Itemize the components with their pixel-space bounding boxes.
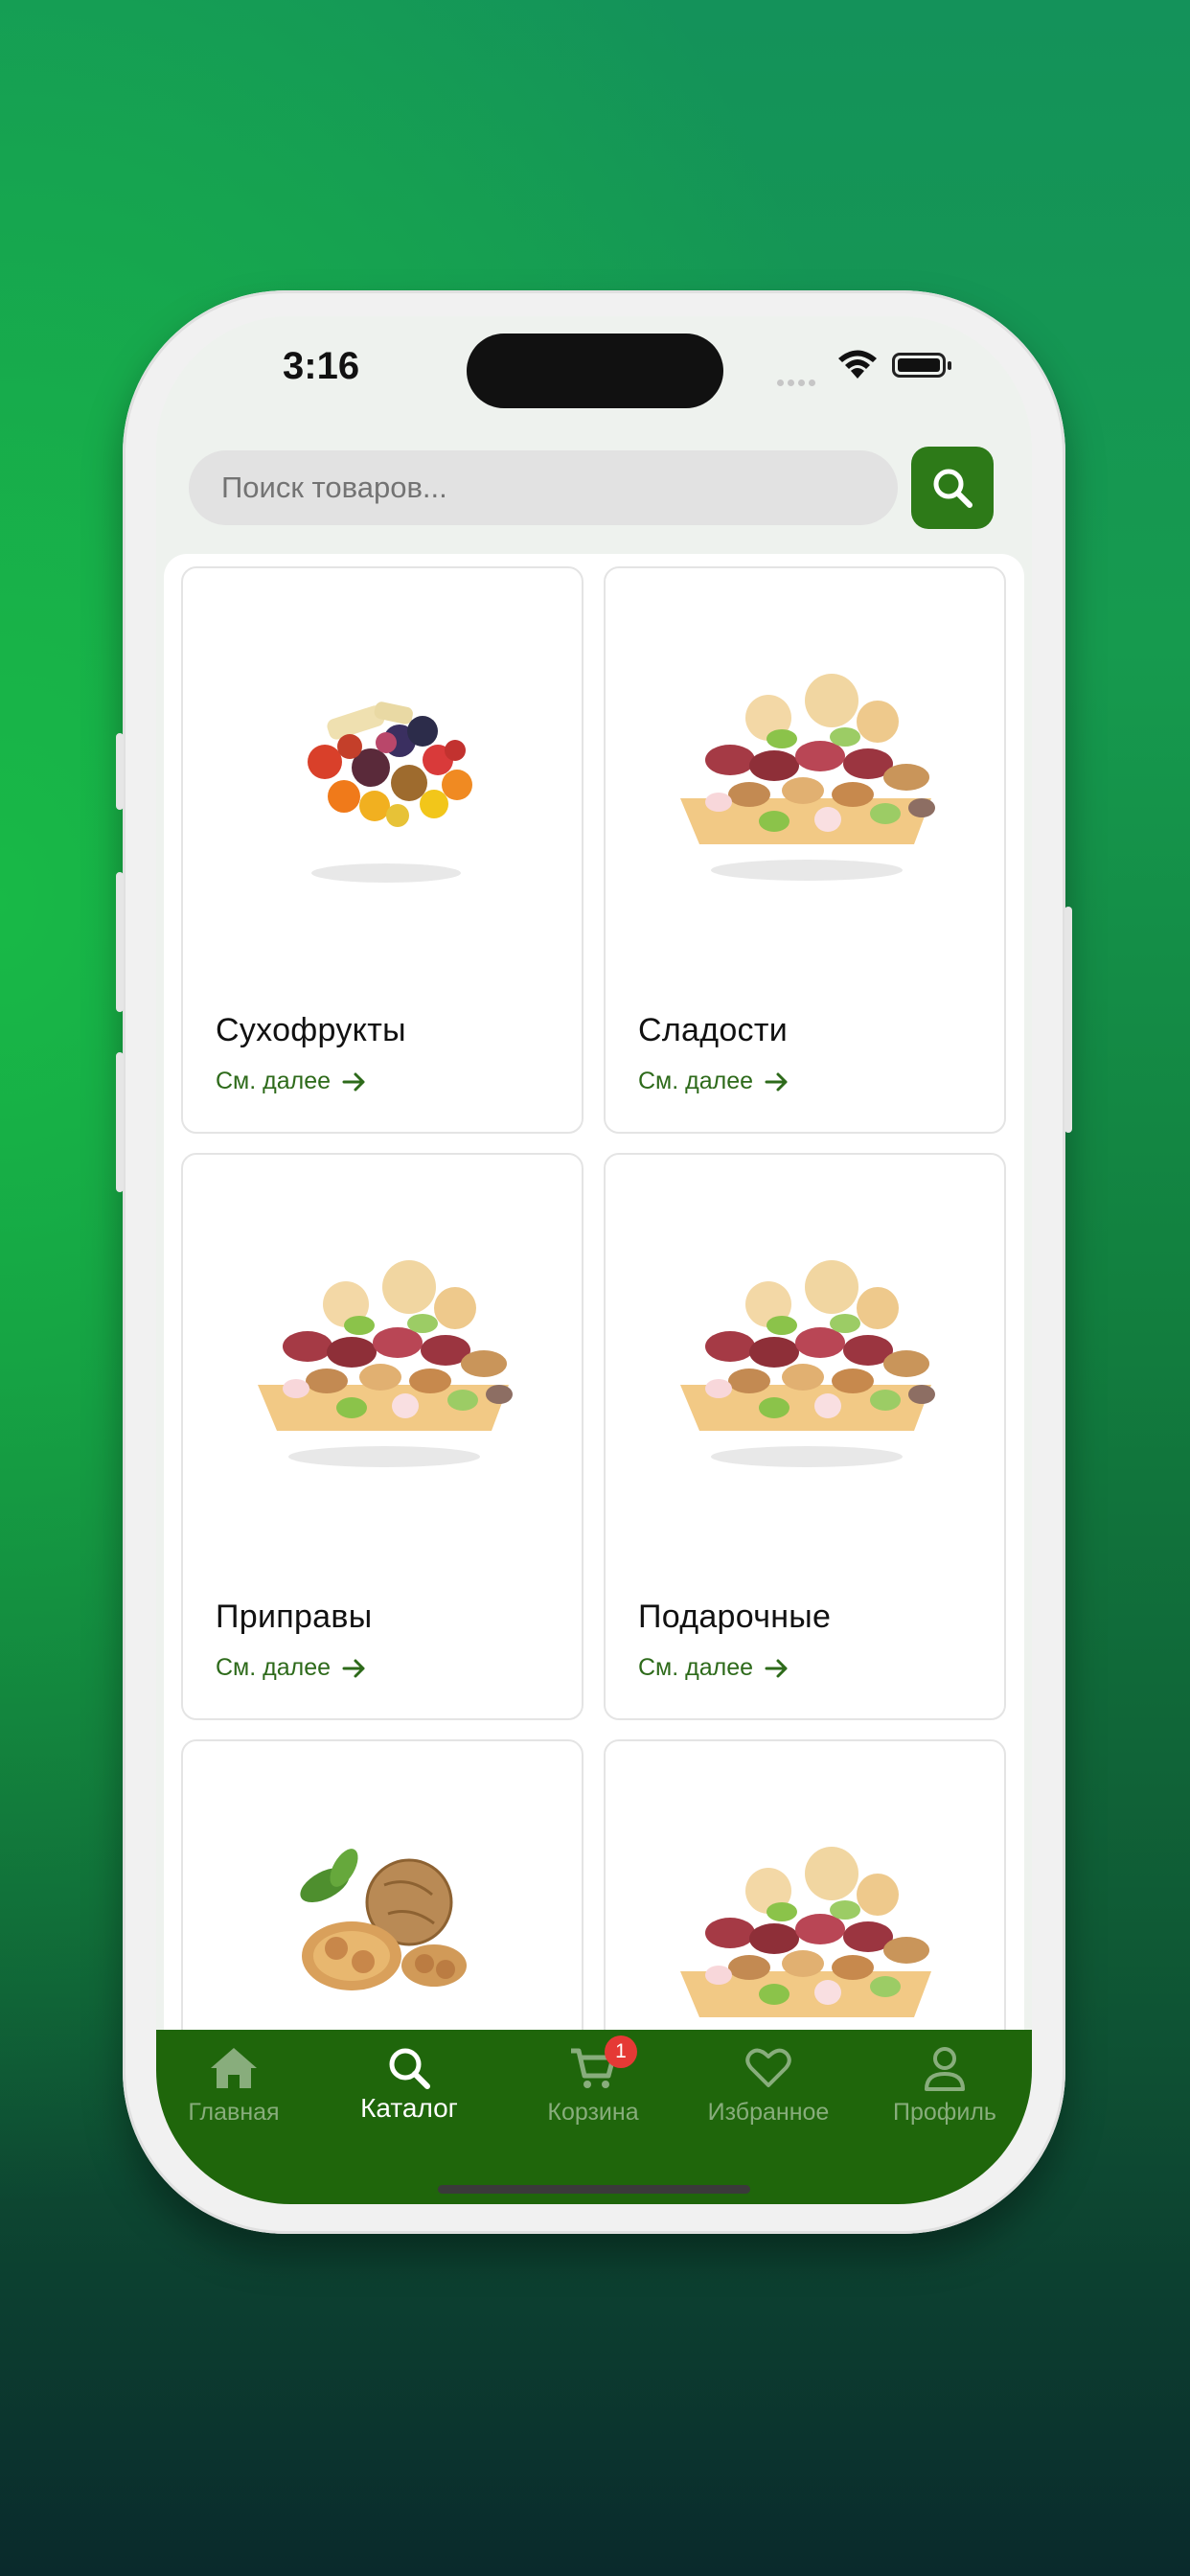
see-more-link[interactable]: См. далее (216, 1068, 367, 1095)
arrow-right-icon (765, 1072, 788, 1091)
see-more-link[interactable]: См. далее (638, 1068, 790, 1095)
user-icon (925, 2047, 965, 2091)
tab-favorites[interactable]: Избранное (682, 2030, 855, 2135)
arrow-right-icon (342, 1659, 365, 1677)
see-more-link[interactable]: См. далее (216, 1654, 367, 1682)
search-icon (933, 469, 973, 508)
cellular-signal-icon (777, 374, 819, 391)
app-screen: 3:16 Поиск товаров... Сухофрукты См. дал… (156, 316, 1032, 2204)
dried-fruits-image (183, 568, 582, 952)
see-more-label: См. далее (638, 1654, 754, 1681)
catalog-grid: Сухофрукты См. далее Сладости См. далее … (164, 554, 1024, 2204)
category-title: Сухофрукты (216, 1012, 406, 1048)
category-card[interactable]: Приправы См. далее (181, 1153, 584, 1720)
see-more-label: См. далее (638, 1068, 754, 1094)
tab-label: Каталог (360, 2093, 458, 2123)
nut-mix-image (606, 568, 1004, 952)
volume-up-button (116, 872, 124, 1012)
bottom-tab-bar: Главная Каталог 1 Корзина Избранное Проф… (156, 2030, 1032, 2204)
tab-home[interactable]: Главная (156, 2030, 320, 2135)
category-card[interactable]: Сладости См. далее (604, 566, 1006, 1134)
home-indicator[interactable] (438, 2185, 750, 2194)
category-card[interactable]: Подарочные См. далее (604, 1153, 1006, 1720)
tab-label: Профиль (893, 2099, 996, 2126)
category-card[interactable]: Сухофрукты См. далее (181, 566, 584, 1134)
search-input[interactable] (189, 450, 898, 525)
action-button (116, 733, 124, 810)
see-more-label: См. далее (216, 1654, 332, 1681)
nut-mix-image (606, 1155, 1004, 1538)
tab-profile[interactable]: Профиль (858, 2030, 1031, 2135)
home-icon (211, 2048, 257, 2088)
tab-cart[interactable]: 1 Корзина (507, 2030, 679, 2135)
see-more-link[interactable]: См. далее (638, 1654, 790, 1682)
tab-label: Главная (188, 2099, 280, 2126)
tab-label: Избранное (707, 2099, 830, 2126)
category-title: Подарочные (638, 1598, 832, 1635)
volume-down-button (116, 1052, 124, 1192)
category-title: Сладости (638, 1012, 789, 1048)
power-button (1064, 907, 1072, 1133)
wifi-icon (838, 350, 877, 379)
see-more-label: См. далее (216, 1068, 332, 1094)
search-button[interactable] (911, 447, 994, 529)
battery-icon (892, 353, 951, 378)
heart-icon (745, 2048, 791, 2087)
status-bar: 3:16 (156, 316, 1032, 431)
search-icon (389, 2048, 430, 2089)
dynamic-island (467, 334, 723, 408)
arrow-right-icon (342, 1072, 365, 1091)
category-title: Приправы (216, 1598, 373, 1635)
tab-catalog[interactable]: Каталог (323, 2030, 495, 2135)
arrow-right-icon (765, 1659, 788, 1677)
status-time: 3:16 (283, 345, 360, 387)
nut-mix-image (183, 1155, 582, 1538)
tab-label: Корзина (547, 2099, 639, 2126)
cart-badge: 1 (605, 2036, 637, 2068)
